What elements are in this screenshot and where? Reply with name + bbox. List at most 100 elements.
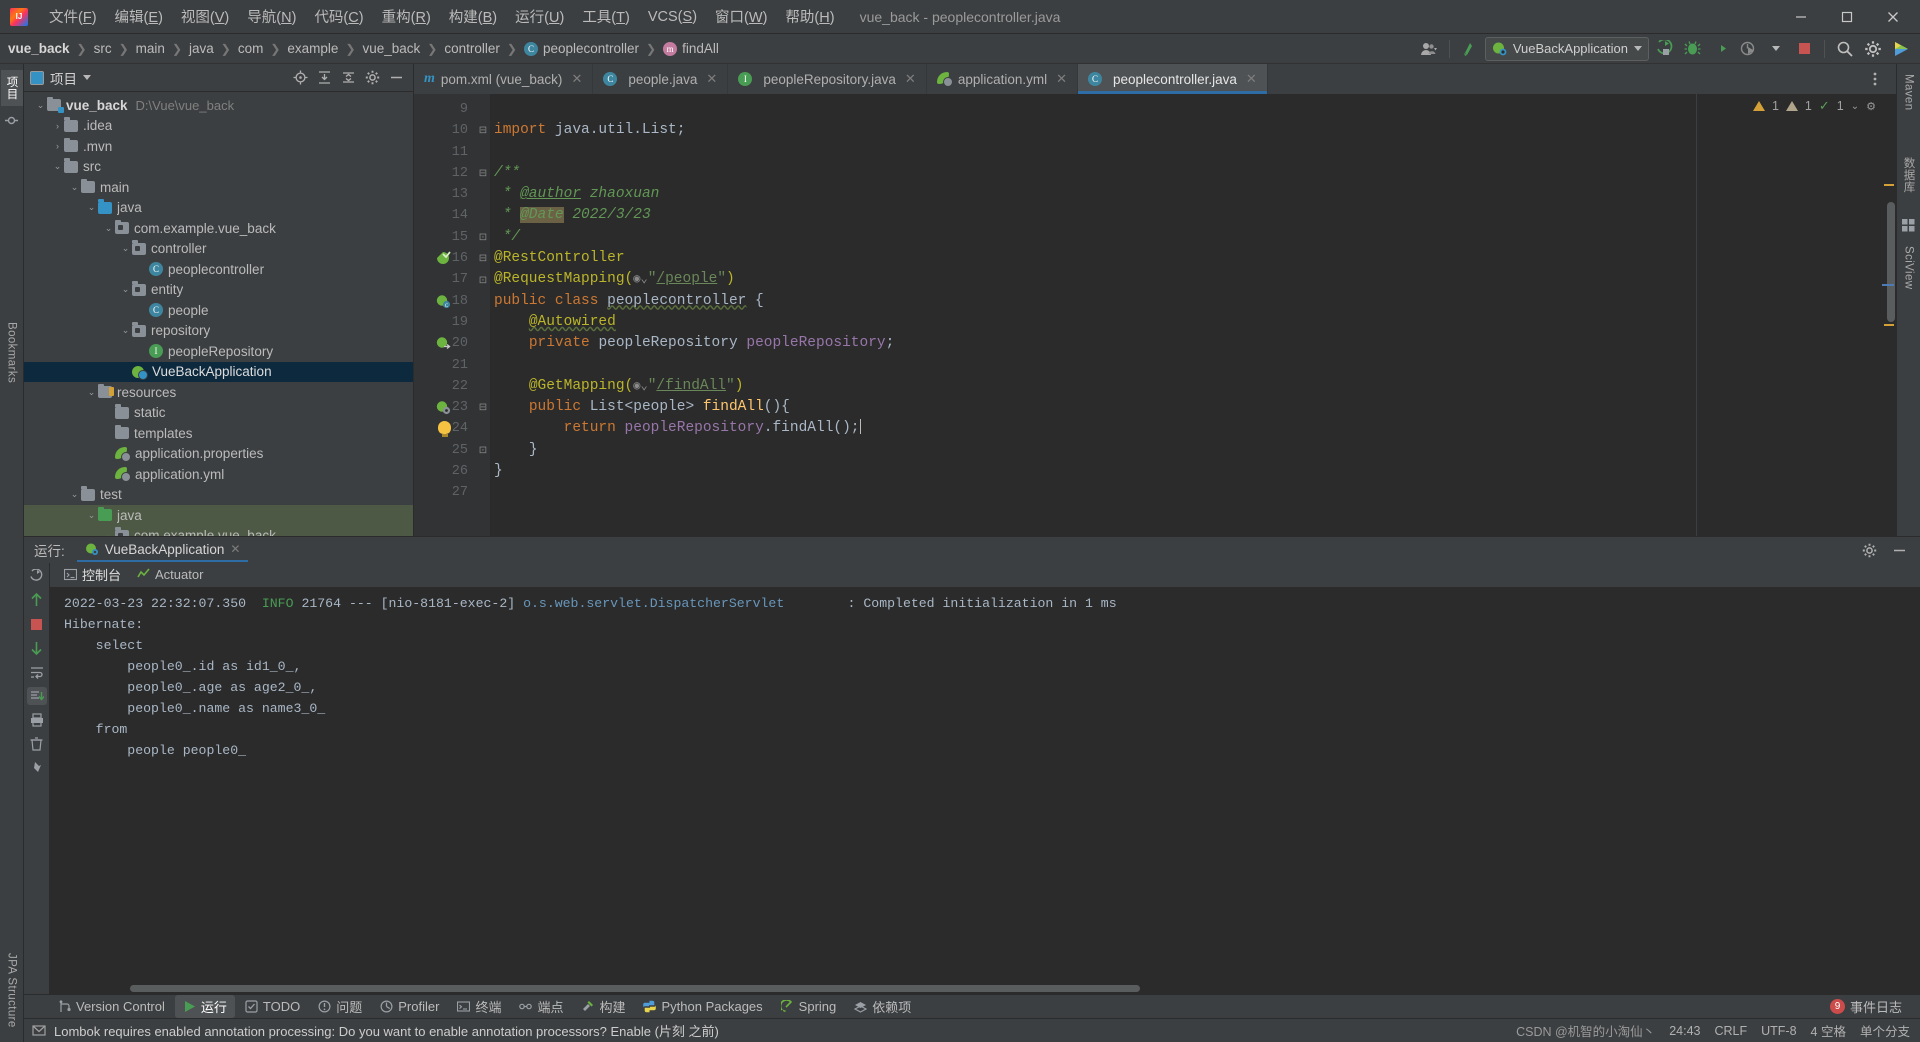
close-icon[interactable]: ✕ — [905, 71, 916, 87]
tree-node-application.properties[interactable]: application.properties — [24, 444, 413, 465]
close-button[interactable] — [1870, 0, 1916, 34]
chevron-down-icon[interactable] — [83, 75, 91, 80]
code-line-15[interactable]: */ — [490, 227, 1696, 248]
tree-node-templates[interactable]: templates — [24, 423, 413, 444]
clear-all-icon[interactable] — [27, 735, 47, 753]
tool-window-button-profiler[interactable]: Profiler — [372, 997, 447, 1016]
project-tree[interactable]: ⌄ vue_back D:\Vue\vue_back › .idea › .mvn ⌄ src ⌄… — [24, 92, 413, 536]
tree-node-static[interactable]: static — [24, 403, 413, 424]
caret-position[interactable]: 24:43 — [1669, 1024, 1700, 1038]
tree-node-vuebackapplication[interactable]: VueBackApplication — [24, 361, 413, 382]
gutter-line-17[interactable]: 17 — [414, 269, 476, 290]
tool-window-button-todo[interactable]: TODO — [237, 997, 308, 1016]
project-title-group[interactable]: 项目 — [30, 68, 91, 88]
rail-tab-database[interactable]: 数据库 — [1898, 151, 1920, 199]
code-line-25[interactable]: } — [490, 440, 1696, 461]
breadcrumb-item-vue-back[interactable]: vue_back — [8, 41, 70, 56]
down-arrow-icon[interactable] — [27, 639, 47, 657]
editor-tab-peoplecontroller.java[interactable]: Cpeoplecontroller.java ✕ — [1078, 64, 1268, 94]
tree-node-vue-back[interactable]: ⌄ vue_back D:\Vue\vue_back — [24, 95, 413, 116]
code-line-11[interactable] — [490, 142, 1696, 163]
rail-tab-bookmarks[interactable]: Bookmarks — [3, 316, 21, 389]
tree-node-com.example.vue-back[interactable]: ⌄ com.example.vue_back — [24, 218, 413, 239]
editor-tab-people.java[interactable]: Cpeople.java ✕ — [593, 64, 729, 94]
breadcrumb-item-src[interactable]: src — [94, 41, 112, 56]
maximize-button[interactable] — [1824, 0, 1870, 34]
gutter-line-27[interactable]: 27 — [414, 482, 476, 503]
fold-marker-25[interactable]: ⊡ — [476, 440, 490, 461]
tool-window-button-version-control[interactable]: Version Control — [50, 997, 173, 1016]
tree-node-src[interactable]: ⌄ src — [24, 157, 413, 178]
tree-node-.mvn[interactable]: › .mvn — [24, 136, 413, 157]
gutter-line-19[interactable]: 19 — [414, 312, 476, 333]
editor-tab-application.yml[interactable]: application.yml ✕ — [927, 64, 1079, 94]
run-with-coverage-button[interactable] — [1707, 37, 1733, 61]
code-line-10[interactable]: import java.util.List; — [490, 120, 1696, 141]
tree-node-resources[interactable]: ⌄ resources — [24, 382, 413, 403]
gutter-marker-warning[interactable] — [1884, 184, 1894, 186]
up-arrow-icon[interactable] — [27, 591, 47, 609]
gutter-line-14[interactable]: 14 — [414, 205, 476, 226]
gutter-line-18[interactable]: C 18 — [414, 291, 476, 312]
scroll-from-source-icon[interactable] — [289, 67, 311, 89]
close-icon[interactable]: ✕ — [230, 542, 240, 556]
tree-node-controller[interactable]: ⌄ controller — [24, 239, 413, 260]
menu-code[interactable]: 代码(C) — [305, 2, 372, 31]
scroll-to-end-icon[interactable] — [26, 687, 47, 705]
tool-window-button---[interactable]: 运行 — [174, 995, 235, 1018]
inspection-widget[interactable]: 1 1 ✓ 1 ⌄ ⚙ — [1752, 98, 1876, 114]
fold-marker-17[interactable]: ⊡ — [476, 269, 490, 290]
profile-dropdown-icon[interactable] — [1763, 37, 1789, 61]
tool-window-button---[interactable]: 终端 — [449, 995, 509, 1018]
tree-node-test[interactable]: ⌄ test — [24, 485, 413, 506]
run-config-tab[interactable]: VueBackApplication ✕ — [76, 539, 249, 562]
intention-bulb-icon[interactable] — [438, 421, 451, 438]
close-icon[interactable]: ✕ — [1056, 71, 1067, 87]
menu-navigate[interactable]: 导航(N) — [238, 2, 305, 31]
tree-node-peoplerepository[interactable]: IpeopleRepository — [24, 341, 413, 362]
tool-window-button---[interactable]: 构建 — [573, 995, 633, 1018]
git-branch[interactable]: 单个分支 — [1860, 1021, 1910, 1040]
chevron-down-icon[interactable]: ⌄ — [85, 202, 98, 213]
project-settings-icon[interactable] — [361, 67, 383, 89]
close-icon[interactable]: ✕ — [571, 71, 582, 87]
tree-node-com.example.vue-back[interactable]: ⌄ com.example.vue_back — [24, 525, 413, 536]
breadcrumb-item-findall[interactable]: m findAll — [663, 41, 719, 56]
fold-marker-15[interactable]: ⊡ — [476, 227, 490, 248]
tool-window-button-python-packages[interactable]: Python Packages — [635, 997, 770, 1016]
console-tab-控制台[interactable]: 控制台 — [64, 565, 121, 586]
run-button[interactable] — [1651, 37, 1677, 61]
fold-marker-12[interactable]: ⊟ — [476, 163, 490, 184]
rail-tab-maven[interactable]: Maven — [1900, 68, 1918, 117]
gutter-line-20[interactable]: 20 — [414, 333, 476, 354]
chevron-down-icon[interactable]: ⌄ — [102, 530, 115, 536]
debug-button[interactable] — [1679, 37, 1705, 61]
web-reference-icon[interactable]: ◉⌄ — [633, 379, 647, 393]
code-line-19[interactable]: @Autowired — [490, 312, 1696, 333]
chevron-down-icon[interactable]: ⌄ — [1851, 101, 1859, 112]
gutter-line-13[interactable]: 13 — [414, 184, 476, 205]
gutter-line-21[interactable]: 21 — [414, 355, 476, 376]
code-url-literal[interactable]: /findAll — [656, 378, 726, 394]
gutter-line-25[interactable]: 25 — [414, 440, 476, 461]
updates-icon[interactable] — [1888, 37, 1914, 61]
soft-wrap-icon[interactable] — [27, 663, 47, 681]
console-horizontal-scrollbar[interactable] — [130, 985, 1140, 992]
chevron-down-icon[interactable]: ⌄ — [34, 100, 47, 111]
breadcrumb-item-com[interactable]: com — [238, 41, 264, 56]
gutter-line-22[interactable]: 22 — [414, 376, 476, 397]
gutter-marker-warning-2[interactable] — [1884, 324, 1894, 326]
rerun-icon[interactable] — [27, 567, 47, 585]
tree-node-peoplecontroller[interactable]: Cpeoplecontroller — [24, 259, 413, 280]
stop-icon[interactable] — [27, 615, 47, 633]
hide-run-panel-icon[interactable] — [1886, 538, 1912, 562]
tree-node-people[interactable]: Cpeople — [24, 300, 413, 321]
chevron-down-icon[interactable]: ⌄ — [68, 182, 81, 193]
stop-button[interactable] — [1791, 37, 1817, 61]
account-icon[interactable] — [1416, 37, 1442, 61]
profile-button[interactable] — [1735, 37, 1761, 61]
menu-run[interactable]: 运行(U) — [506, 2, 573, 31]
fold-marker-10[interactable]: ⊟ — [476, 120, 490, 141]
code-line-26[interactable]: } — [490, 461, 1696, 482]
update-project-icon[interactable] — [1457, 37, 1483, 61]
